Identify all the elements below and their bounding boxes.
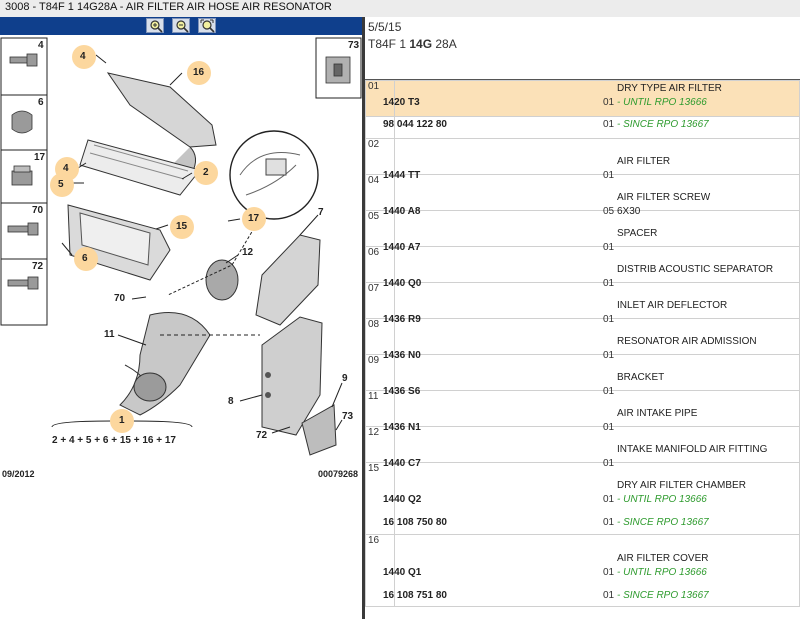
- callout-2[interactable]: 2: [203, 167, 209, 178]
- callout-72[interactable]: 72: [256, 430, 267, 441]
- assembly-formula: 2 + 4 + 5 + 6 + 15 + 16 + 17: [52, 435, 176, 446]
- callout-5[interactable]: 5: [58, 179, 64, 190]
- diagram-toolbar: [0, 17, 364, 35]
- callout-17[interactable]: 17: [248, 213, 259, 224]
- callout-70[interactable]: 70: [114, 293, 125, 304]
- callout-15[interactable]: 15: [176, 221, 187, 232]
- callout-7[interactable]: 7: [318, 207, 324, 218]
- part-description: DRY TYPE AIR FILTER: [617, 83, 722, 94]
- table-row[interactable]: 05: [364, 210, 800, 247]
- part-ref[interactable]: 1420 T3: [383, 97, 420, 108]
- callout-8[interactable]: 8: [228, 396, 234, 407]
- zoom-out-icon: [176, 20, 189, 33]
- callout-1[interactable]: 1: [119, 415, 125, 426]
- header-code: T84F 1 14G 28A: [368, 37, 457, 51]
- side-label-3: 17: [34, 152, 46, 163]
- table-row[interactable]: 02: [364, 138, 800, 175]
- diagram-date: 09/2012: [2, 469, 35, 479]
- diagram-drawing: [0, 37, 362, 456]
- table-row[interactable]: 11: [364, 390, 800, 427]
- side-label-4: 70: [32, 205, 44, 216]
- table-row[interactable]: 01: [364, 80, 800, 117]
- table-row[interactable]: 07: [364, 282, 800, 319]
- callout-9[interactable]: 9: [342, 373, 348, 384]
- table-row[interactable]: 04: [364, 174, 800, 211]
- zoom-in-button[interactable]: [146, 18, 164, 33]
- header-date: 5/5/15: [368, 20, 402, 34]
- exploded-parts-diagram: 4 6 17 70 72 73 4 16 2 4 5 15 6 17 7 12 …: [0, 35, 362, 619]
- side-label-5: 72: [32, 261, 44, 272]
- side-label-right: 73: [348, 40, 360, 51]
- callout-12[interactable]: 12: [242, 247, 253, 258]
- part-ref[interactable]: 98 044 122 80: [383, 119, 447, 130]
- zoom-fit-button[interactable]: [198, 18, 216, 33]
- side-label-2: 6: [38, 97, 44, 108]
- callout-73[interactable]: 73: [342, 411, 353, 422]
- diagram-ref: 00079268: [318, 469, 359, 479]
- window-title: 3008 - T84F 1 14G28A - AIR FILTER AIR HO…: [5, 1, 332, 13]
- callout-6[interactable]: 6: [82, 253, 88, 264]
- table-row[interactable]: 09: [364, 354, 800, 391]
- window-titlebar: 3008 - T84F 1 14G28A - AIR FILTER AIR HO…: [0, 0, 800, 18]
- callout-4[interactable]: 4: [80, 51, 86, 62]
- parts-list-pane: 5/5/15 T84F 1 14G 28A 01 02 04 05 06 07 …: [364, 17, 800, 619]
- zoom-out-button[interactable]: [172, 18, 190, 33]
- side-label-1: 4: [38, 40, 44, 51]
- callout-11[interactable]: 11: [104, 329, 115, 340]
- callout-16[interactable]: 16: [193, 67, 204, 78]
- zoom-in-icon: [150, 20, 163, 33]
- zoom-fit-icon: [200, 19, 215, 33]
